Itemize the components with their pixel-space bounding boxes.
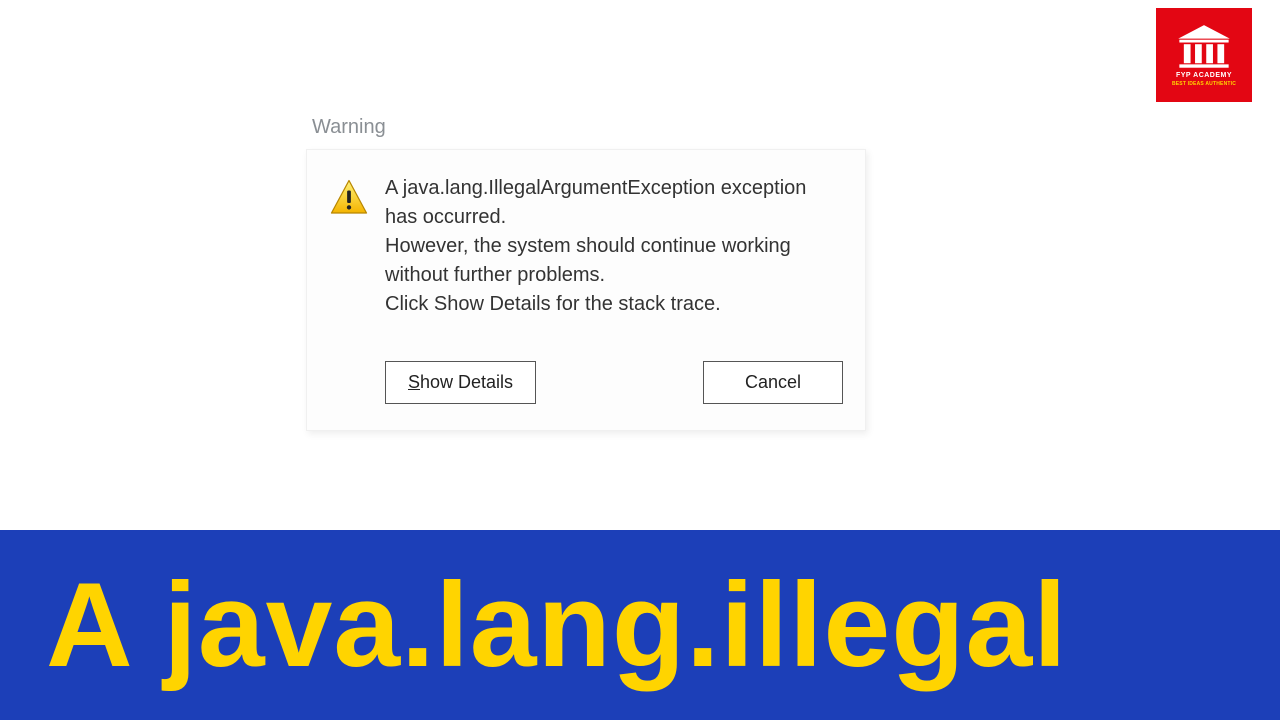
dialog-message-line3: Click Show Details for the stack trace. xyxy=(385,293,721,315)
dialog-message: A java.lang.IllegalArgumentException exc… xyxy=(385,174,843,319)
warning-dialog: Warning A java.lang.IllegalArgumentExcep xyxy=(306,110,866,431)
dialog-body: A java.lang.IllegalArgumentException exc… xyxy=(306,149,866,431)
screenshot-stage: FYP ACADEMY BEST IDEAS AUTHENTIC Warning xyxy=(0,0,1280,720)
academy-building-icon xyxy=(1176,24,1232,70)
show-details-mnemonic: S xyxy=(408,372,420,392)
show-details-button[interactable]: Show Details xyxy=(385,361,536,404)
brand-logo-title: FYP ACADEMY xyxy=(1176,72,1232,79)
title-banner: A java.lang.illegal xyxy=(0,530,1280,720)
brand-logo: FYP ACADEMY BEST IDEAS AUTHENTIC xyxy=(1156,8,1252,102)
dialog-message-line2: However, the system should continue work… xyxy=(385,235,791,286)
brand-logo-subtitle: BEST IDEAS AUTHENTIC xyxy=(1172,81,1236,87)
cancel-button[interactable]: Cancel xyxy=(703,361,843,404)
dialog-title: Warning xyxy=(306,110,866,149)
warning-icon xyxy=(329,178,369,218)
dialog-button-row: Show Details Cancel xyxy=(329,361,843,404)
dialog-message-line1: A java.lang.IllegalArgumentException exc… xyxy=(385,177,806,228)
show-details-rest: how Details xyxy=(420,372,513,392)
title-banner-text: A java.lang.illegal xyxy=(46,565,1068,685)
